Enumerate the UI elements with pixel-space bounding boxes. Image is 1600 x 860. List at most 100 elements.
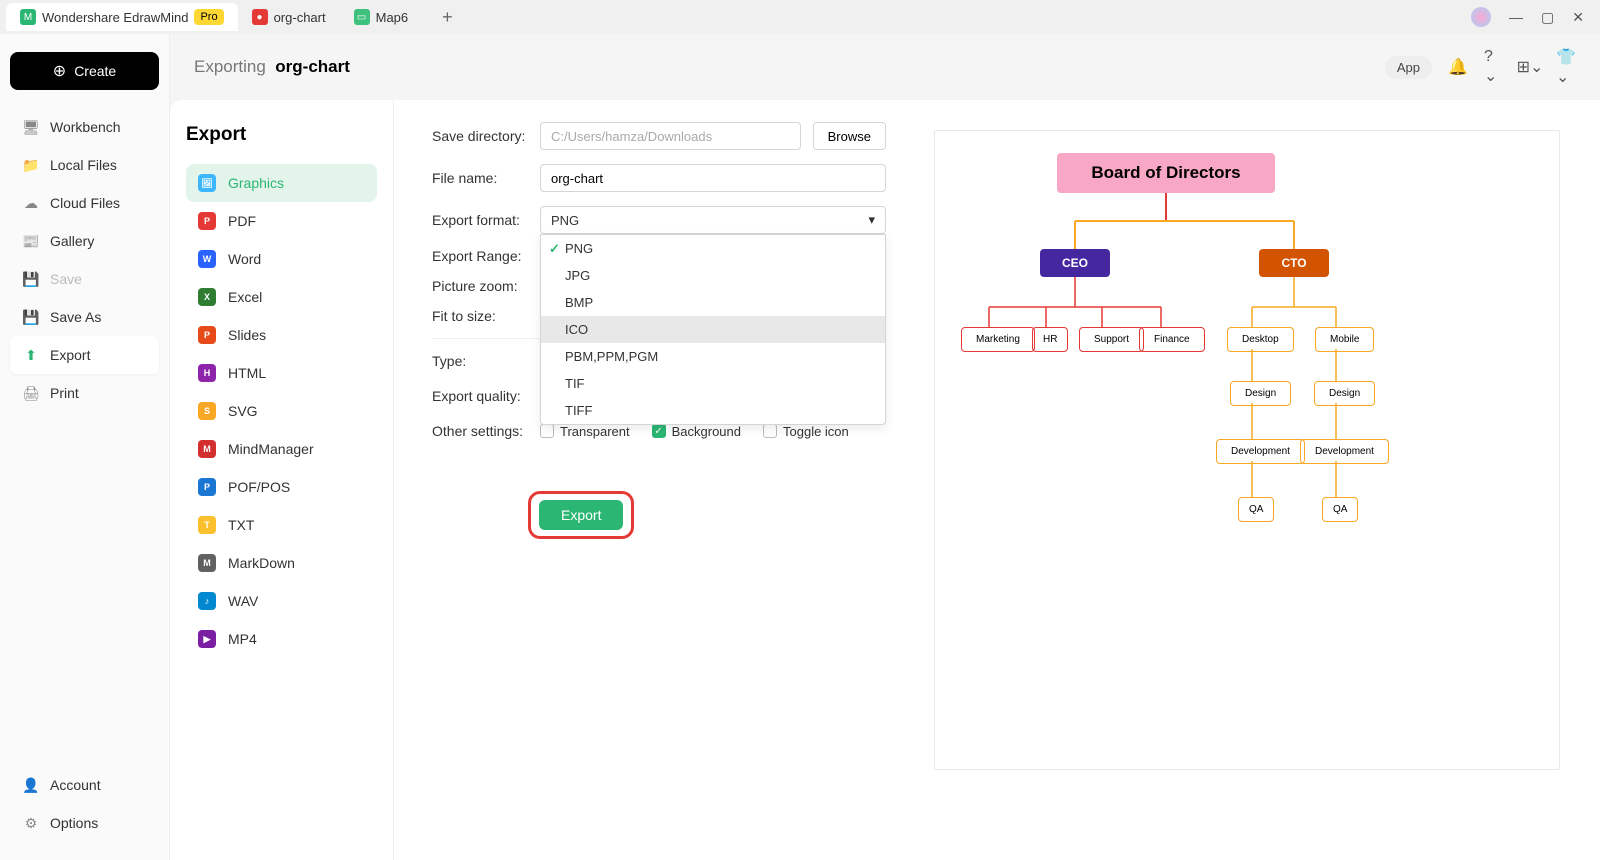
org-dev-1: Development <box>1216 439 1305 464</box>
breadcrumb: Exporting org-chart <box>194 57 350 77</box>
export-button[interactable]: Export <box>539 500 623 530</box>
format-option-tif[interactable]: TIF <box>541 370 885 397</box>
checkbox-icon <box>763 424 777 438</box>
gallery-icon: 📰 <box>22 232 40 250</box>
format-option-bmp[interactable]: BMP <box>541 289 885 316</box>
app-pill[interactable]: App <box>1385 56 1432 79</box>
export-type-markdown[interactable]: MMarkDown <box>186 544 377 582</box>
range-label: Export Range: <box>432 248 540 264</box>
format-label: Export format: <box>432 212 540 228</box>
check-transparent[interactable]: Transparent <box>540 424 630 439</box>
export-type-wav[interactable]: ♪WAV <box>186 582 377 620</box>
org-design-1: Design <box>1230 381 1291 406</box>
save-icon: 💾 <box>22 270 40 288</box>
format-option-png[interactable]: PNG <box>541 235 885 262</box>
help-icon[interactable]: ?⌄ <box>1484 57 1504 77</box>
chevron-down-icon: ▾ <box>868 212 875 228</box>
check-toggle-icon[interactable]: Toggle icon <box>763 424 849 439</box>
gear-icon: ⚙ <box>22 814 40 832</box>
org-hr: HR <box>1032 327 1068 352</box>
export-type-graphics[interactable]: 🖼Graphics <box>186 164 377 202</box>
pro-badge: Pro <box>194 9 223 25</box>
sidebar-item-save-as[interactable]: 💾Save As <box>10 298 159 336</box>
export-type-pdf[interactable]: PPDF <box>186 202 377 240</box>
checkbox-icon <box>540 424 554 438</box>
maximize-icon[interactable]: ▢ <box>1541 9 1554 26</box>
sidebar-item-cloud-files[interactable]: ☁Cloud Files <box>10 184 159 222</box>
sidebar-item-options[interactable]: ⚙Options <box>10 804 159 842</box>
pdf-icon: P <box>198 212 216 230</box>
file-icon: ▭ <box>354 9 370 25</box>
export-type-excel[interactable]: XExcel <box>186 278 377 316</box>
shirt-icon[interactable]: 👕⌄ <box>1556 57 1576 77</box>
sidebar-item-account[interactable]: 👤Account <box>10 766 159 804</box>
org-ceo: CEO <box>1040 249 1110 277</box>
org-board: Board of Directors <box>1057 153 1275 193</box>
export-type-word[interactable]: WWord <box>186 240 377 278</box>
sidebar-item-workbench[interactable]: 🖥Workbench <box>10 108 159 146</box>
export-type-svg[interactable]: SSVG <box>186 392 377 430</box>
format-option-jpg[interactable]: JPG <box>541 262 885 289</box>
sidebar-item-local-files[interactable]: 📁Local Files <box>10 146 159 184</box>
export-button-highlight: Export <box>528 491 634 539</box>
topbar: Exporting org-chart App 🔔 ?⌄ ⊞⌄ 👕⌄ <box>170 34 1600 100</box>
type-label: Type: <box>432 353 540 369</box>
export-type-txt[interactable]: TTXT <box>186 506 377 544</box>
mp4-icon: ▶ <box>198 630 216 648</box>
export-type-pofpos[interactable]: PPOF/POS <box>186 468 377 506</box>
org-mobile: Mobile <box>1315 327 1374 352</box>
sidebar-item-gallery[interactable]: 📰Gallery <box>10 222 159 260</box>
pofpos-icon: P <box>198 478 216 496</box>
export-types-sidebar: Export 🖼Graphics PPDF WWord XExcel PSlid… <box>170 100 394 860</box>
export-form: Save directory: Browse File name: Export… <box>394 100 934 860</box>
sidebar-item-print[interactable]: 🖨Print <box>10 374 159 412</box>
save-dir-input[interactable] <box>540 122 801 150</box>
other-label: Other settings: <box>432 423 540 439</box>
account-icon: 👤 <box>22 776 40 794</box>
app-logo-icon: M <box>20 9 36 25</box>
new-tab-button[interactable]: + <box>442 7 453 28</box>
format-option-tiff[interactable]: TIFF <box>541 397 885 424</box>
html-icon: H <box>198 364 216 382</box>
org-desktop: Desktop <box>1227 327 1294 352</box>
tab-file-2[interactable]: ▭ Map6 <box>340 3 423 31</box>
tab-file-1[interactable]: ● org-chart <box>238 3 340 31</box>
quality-label: Export quality: <box>432 388 540 404</box>
export-type-slides[interactable]: PSlides <box>186 316 377 354</box>
save-as-icon: 💾 <box>22 308 40 326</box>
format-option-pbm[interactable]: PBM,PPM,PGM <box>541 343 885 370</box>
format-select[interactable]: PNG ▾ <box>540 206 886 234</box>
save-dir-label: Save directory: <box>432 128 540 144</box>
slides-icon: P <box>198 326 216 344</box>
format-option-ico[interactable]: ICO <box>541 316 885 343</box>
workbench-icon: 🖥 <box>22 118 40 136</box>
bell-icon[interactable]: 🔔 <box>1448 57 1468 77</box>
user-avatar[interactable] <box>1471 7 1491 27</box>
tab-label: Map6 <box>376 10 409 25</box>
create-button[interactable]: ⊕ Create <box>10 52 159 90</box>
cloud-icon: ☁ <box>22 194 40 212</box>
plus-icon: ⊕ <box>53 61 66 81</box>
org-cto: CTO <box>1259 249 1329 277</box>
browse-button[interactable]: Browse <box>813 122 886 150</box>
grid-icon[interactable]: ⊞⌄ <box>1520 57 1540 77</box>
folder-icon: 📁 <box>22 156 40 174</box>
file-name-input[interactable] <box>540 164 886 192</box>
check-background[interactable]: ✓Background <box>652 424 741 439</box>
close-icon[interactable]: ✕ <box>1572 9 1584 26</box>
org-qa-1: QA <box>1238 497 1274 522</box>
wav-icon: ♪ <box>198 592 216 610</box>
format-dropdown: PNG JPG BMP ICO PBM,PPM,PGM TIF TIFF <box>540 234 886 425</box>
minimize-icon[interactable]: — <box>1509 9 1523 25</box>
export-type-mindmanager[interactable]: MMindManager <box>186 430 377 468</box>
export-type-mp4[interactable]: ▶MP4 <box>186 620 377 658</box>
export-type-html[interactable]: HHTML <box>186 354 377 392</box>
preview-panel: Board of Directors CEO CTO Marketing HR … <box>934 100 1600 860</box>
sidebar-item-export[interactable]: ⬆Export <box>10 336 159 374</box>
tab-app[interactable]: M Wondershare EdrawMind Pro <box>6 3 238 31</box>
tab-label: Wondershare EdrawMind <box>42 10 188 25</box>
sidebar-item-save[interactable]: 💾Save <box>10 260 159 298</box>
export-icon: ⬆ <box>22 346 40 364</box>
export-title: Export <box>186 124 377 146</box>
left-sidebar: ⊕ Create 🖥Workbench 📁Local Files ☁Cloud … <box>0 34 170 860</box>
